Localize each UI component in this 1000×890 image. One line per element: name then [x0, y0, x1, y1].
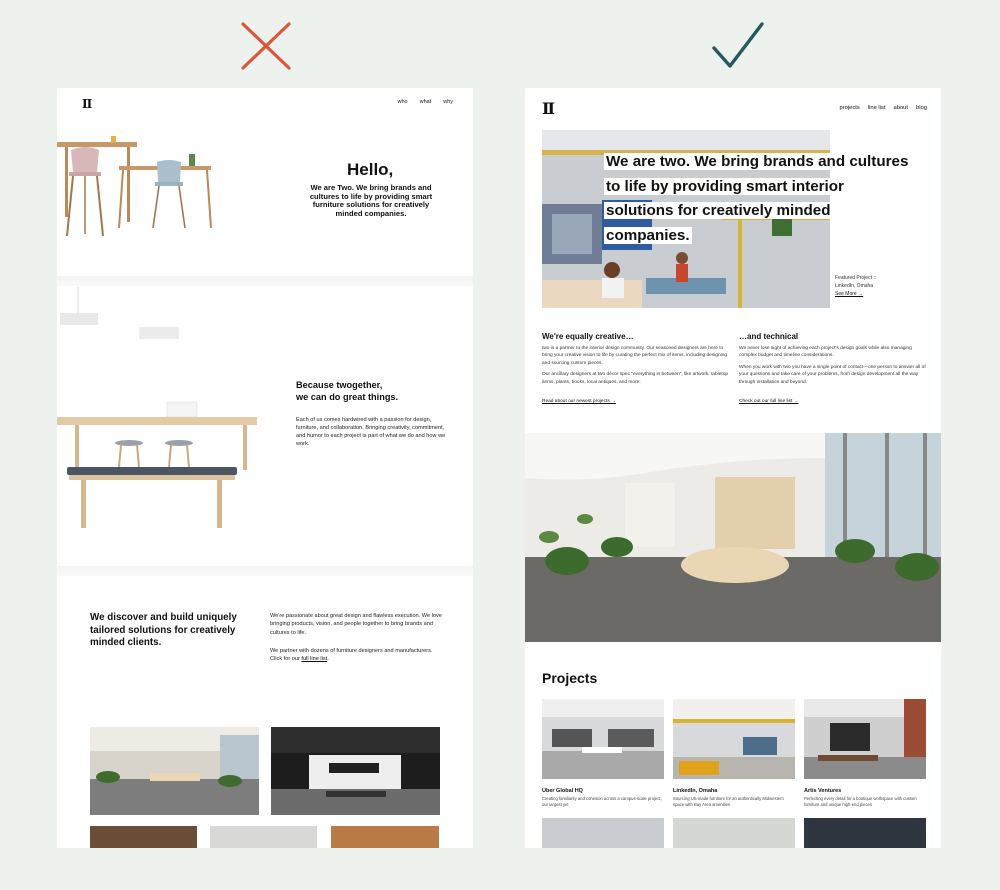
- nav-who[interactable]: who: [398, 99, 408, 105]
- hero-title: Hello,: [347, 160, 394, 179]
- technical-paragraph: We never lose sight of achieving each pr…: [739, 346, 912, 359]
- project-name: LinkedIn, Omaha: [673, 788, 718, 794]
- discover-section: We discover and build uniquely tailored …: [57, 576, 473, 848]
- featured-project: Featured Project :: LinkedIn, Omaha See …: [835, 275, 877, 299]
- nav-projects[interactable]: projects: [839, 105, 859, 111]
- projects-heading: Projects: [542, 670, 598, 686]
- workbench-image: [57, 287, 257, 528]
- project-name: Artis Ventures: [804, 788, 842, 794]
- project-card-linkedin[interactable]: LinkedIn, Omaha Sourcing US-made furnitu…: [673, 699, 795, 809]
- top-nav: projects line list about blog: [839, 105, 927, 111]
- project-desc: Sourcing US-made furniture for an authen…: [673, 796, 784, 808]
- project-card-uber[interactable]: Uber Global HQ Creating familiarity and …: [542, 699, 664, 809]
- creative-column: We're equally creative… two is a partner…: [542, 332, 732, 390]
- creative-heading: We're equally creative…: [542, 332, 634, 341]
- full-line-list-link[interactable]: full line list: [301, 656, 327, 662]
- hero-section: Hello, We are Two. We bring brands and c…: [57, 118, 473, 278]
- project-photo[interactable]: [90, 727, 259, 815]
- nav-what[interactable]: what: [420, 99, 432, 105]
- divider: [57, 276, 473, 286]
- office-lounge-photo: [525, 433, 941, 642]
- together-body: Each of us comes hardwired with a passio…: [296, 417, 446, 448]
- hero-headline: We are two. We bring brands and cultures…: [604, 153, 911, 244]
- project-photo[interactable]: [210, 826, 317, 848]
- creative-paragraph-2: Our ancillary designers at two décor spe…: [542, 372, 729, 385]
- project-photo[interactable]: [804, 818, 926, 848]
- cross-icon: [241, 22, 291, 70]
- project-thumbnail: [804, 699, 926, 779]
- project-photo[interactable]: [271, 727, 440, 815]
- discover-paragraph: We're passionate about great design and …: [270, 613, 442, 636]
- logo[interactable]: II: [542, 99, 555, 118]
- project-photo[interactable]: [331, 826, 439, 848]
- project-card-artis[interactable]: Artis Ventures Perfecting every detail f…: [804, 699, 926, 809]
- together-heading: Because twogether, we can do great thing…: [296, 380, 399, 403]
- nav-why[interactable]: why: [443, 99, 453, 105]
- technical-column: …and technical We never lose sight of ac…: [739, 332, 929, 390]
- discover-paragraph-2: We partner with dozens of furniture desi…: [270, 648, 433, 663]
- good-example-page: II projects line list about blog We are …: [525, 88, 941, 848]
- creative-paragraph: two is a partner to the interior design …: [542, 346, 728, 366]
- nav-line-list[interactable]: line list: [868, 105, 886, 111]
- full-line-list-link[interactable]: Check out our full line list →: [739, 399, 798, 404]
- project-photo[interactable]: [542, 818, 664, 848]
- project-desc: Perfecting every detail for a boutique w…: [804, 796, 917, 808]
- technical-heading: …and technical: [739, 332, 799, 341]
- technical-paragraph-2: When you work with two you have a single…: [739, 364, 926, 385]
- top-nav: who what why: [398, 99, 454, 105]
- project-thumbnail: [542, 699, 664, 779]
- discover-heading: We discover and build uniquely tailored …: [90, 612, 237, 649]
- divider: [57, 566, 473, 576]
- see-more-link[interactable]: See More →: [835, 291, 876, 299]
- project-name: Uber Global HQ: [542, 788, 583, 794]
- logo[interactable]: II: [82, 97, 92, 111]
- chairs-table-image: [57, 136, 212, 237]
- hero-copy: We are Two. We bring brands and cultures…: [309, 183, 433, 218]
- nav-blog[interactable]: blog: [916, 105, 927, 111]
- nav-about[interactable]: about: [894, 105, 909, 111]
- project-thumbnail: [673, 699, 795, 779]
- project-photo[interactable]: [673, 818, 795, 848]
- check-icon: [712, 22, 764, 68]
- project-desc: Creating familiarity and cohesion across…: [542, 796, 662, 808]
- bad-example-page: II who what why Hello, We are Two. We br…: [57, 88, 473, 848]
- project-photo[interactable]: [90, 826, 197, 848]
- together-section: Because twogether, we can do great thing…: [57, 287, 473, 565]
- newest-projects-link[interactable]: Read about our newest projects →: [542, 399, 616, 404]
